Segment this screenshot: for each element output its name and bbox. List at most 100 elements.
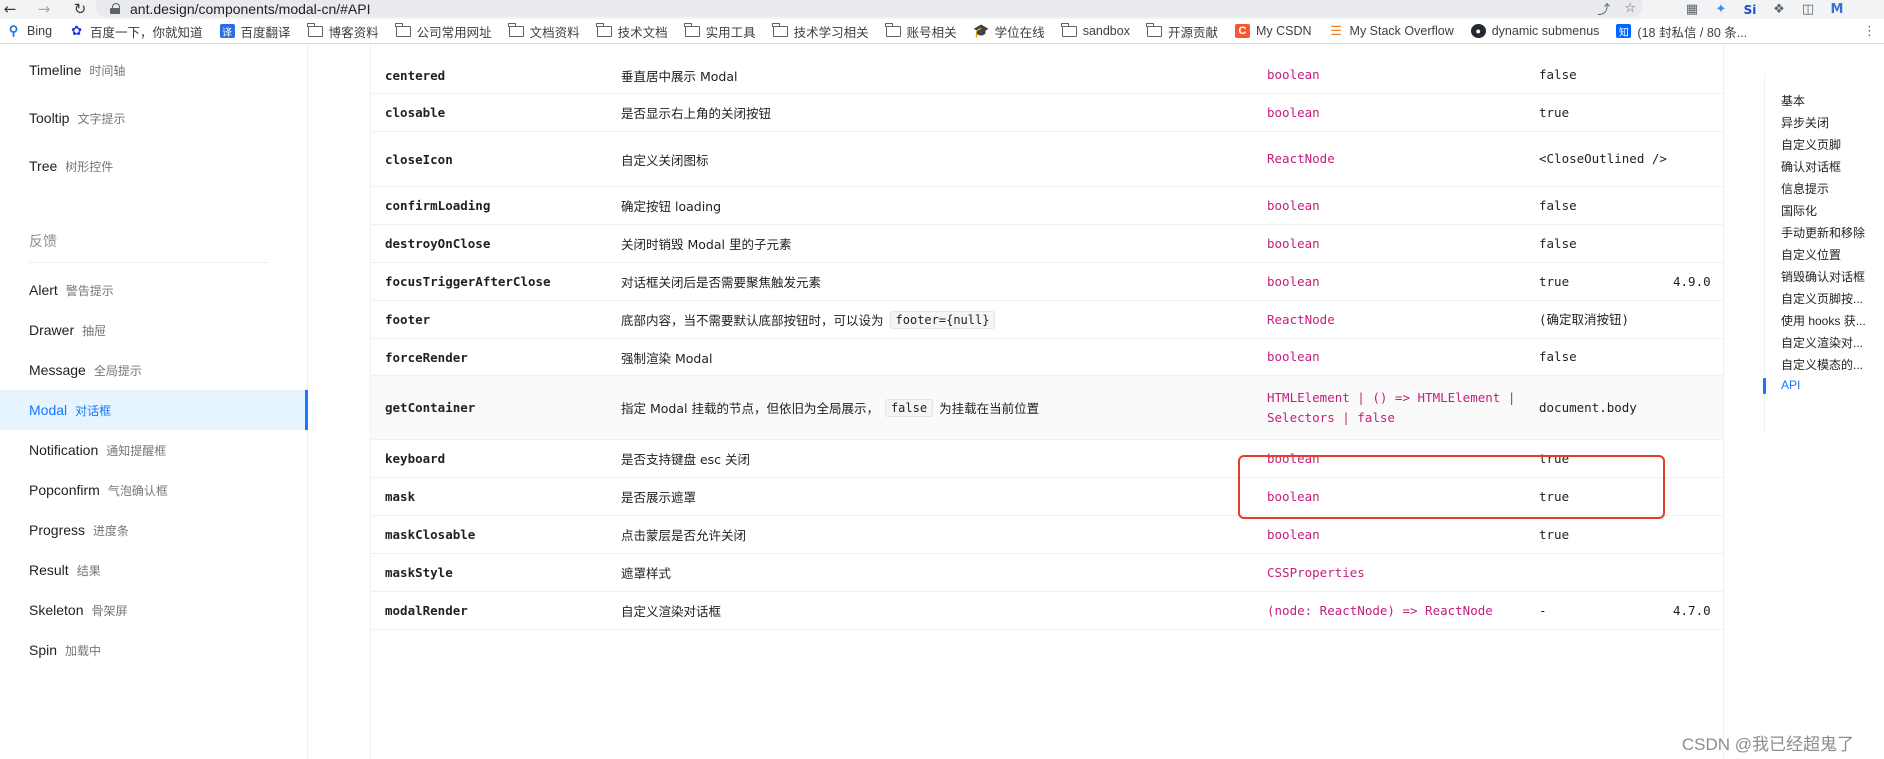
type-cell: boolean	[1267, 104, 1320, 120]
api-table-row: confirmLoading 确定按钮 loading boolean false	[371, 187, 1723, 225]
type-cell: CSSProperties	[1267, 564, 1365, 580]
anchor-link[interactable]: 自定义页脚	[1781, 136, 1841, 153]
address-bar[interactable]: ant.design/components/modal-cn/#API ⤴ ☆	[96, 0, 1642, 18]
anchor-link[interactable]: 基本	[1781, 92, 1805, 109]
bookmark-item[interactable]: 实用工具	[684, 22, 756, 41]
sidebar-item-popconfirm[interactable]: Popconfirm 气泡确认框	[0, 470, 306, 510]
folder-icon	[772, 22, 788, 37]
bookmark-label: 技术学习相关	[793, 25, 869, 40]
description-cell: 关闭时销毁 Modal 里的子元素	[621, 237, 792, 252]
sidebar-item-tree[interactable]: Tree 树形控件	[0, 146, 306, 186]
bookmark-label: 文档资料	[529, 25, 580, 40]
bookmark-item[interactable]: ● dynamic submenus	[1470, 24, 1599, 38]
default-cell: <CloseOutlined />	[1539, 151, 1667, 166]
qr-code-icon[interactable]: ▦	[1684, 2, 1700, 17]
anchor-link[interactable]: 销毁确认对话框	[1781, 268, 1865, 285]
anchor-link[interactable]: 确认对话框	[1781, 158, 1841, 175]
api-table-row: footer 底部内容，当不需要默认底部按钮时，可以设为 footer={null}…	[371, 301, 1723, 339]
api-table-row: maskClosable 点击蒙层是否允许关闭 boolean true	[371, 516, 1723, 554]
anchor-link[interactable]: 自定义页脚按...	[1781, 290, 1863, 307]
baidu-paw-icon: ✿	[71, 23, 82, 38]
bookmark-item[interactable]: 公司常用网址	[395, 22, 492, 41]
bookmark-item[interactable]: ⚲ Bing	[6, 23, 52, 38]
description-text: 为挂载在当前位置	[939, 401, 1040, 416]
description-cell: 底部内容，当不需要默认底部按钮时，可以设为 footer={null}	[621, 301, 1001, 338]
bookmark-star-icon[interactable]: ☆	[1624, 1, 1636, 16]
type-cell: boolean	[1267, 197, 1320, 213]
api-table-row: maskStyle 遮罩样式 CSSProperties	[371, 554, 1723, 592]
sidebar-item-message[interactable]: Message 全局提示	[0, 350, 306, 390]
api-table-row: mask 是否展示遮罩 boolean true	[371, 478, 1723, 516]
anchor-link[interactable]: 自定义模态的...	[1781, 356, 1863, 373]
inline-code: footer={null}	[889, 310, 996, 329]
extensions-bar: ▦ ✦ Si ❖ ◫ M	[1684, 0, 1845, 19]
default-cell: -	[1539, 602, 1547, 618]
si-extension-icon[interactable]: Si	[1742, 3, 1758, 17]
description-text: 指定 Modal 挂载的节点，但依旧为全局展示，	[621, 401, 879, 416]
api-table-row: getContainer 指定 Modal 挂载的节点，但依旧为全局展示， fals…	[371, 376, 1723, 440]
prop-name-cell: focusTriggerAfterClose	[385, 274, 551, 289]
bookmark-item[interactable]: 文档资料	[508, 22, 580, 41]
page-anchor-nav: 基本异步关闭自定义页脚确认对话框信息提示国际化手动更新和移除 自定义位置销毁确认对…	[1762, 44, 1884, 444]
bird-extension-icon[interactable]: ✦	[1713, 2, 1729, 17]
sidebar-item-timeline[interactable]: Timeline 时间轴	[0, 50, 306, 90]
bookmark-item[interactable]: 账号相关	[885, 22, 957, 41]
description-cell: 自定义关闭图标	[621, 152, 709, 168]
anchor-link[interactable]: 自定义位置	[1781, 246, 1841, 263]
anchor-link[interactable]: 手动更新和移除	[1781, 224, 1865, 241]
zhihu-icon: 知	[1616, 24, 1632, 39]
sidebar-item-drawer[interactable]: Drawer 抽屉	[0, 310, 306, 350]
bookmark-item[interactable]: 译百度翻译	[219, 22, 291, 41]
bookmark-item[interactable]: sandbox	[1061, 22, 1130, 38]
anchor-link[interactable]: 使用 hooks 获...	[1781, 312, 1866, 329]
bookmark-label: sandbox	[1082, 24, 1130, 38]
sidebar-item-spin[interactable]: Spin 加载中	[0, 630, 306, 670]
sidebar-item-modal[interactable]: Modal 对话框	[0, 390, 308, 430]
anchor-link[interactable]: API	[1781, 378, 1800, 392]
bookmark-item[interactable]: ☰ My Stack Overflow	[1329, 23, 1454, 38]
type-cell: boolean	[1267, 450, 1320, 466]
sidebar-item-tooltip[interactable]: Tooltip 文字提示	[0, 98, 306, 138]
type-cell: ReactNode	[1267, 311, 1335, 327]
bookmarks-overflow-icon[interactable]: ⋮	[1863, 19, 1876, 44]
anchor-link[interactable]: 自定义渲染对...	[1781, 334, 1863, 351]
sidebar-group-feedback: 反馈	[29, 233, 57, 249]
back-icon[interactable]: ←	[0, 0, 20, 19]
bookmark-item[interactable]: 技术学习相关	[772, 22, 869, 41]
sidebar-item-skeleton[interactable]: Skeleton 骨架屏	[0, 590, 306, 630]
sidebar-item-result[interactable]: Result 结果	[0, 550, 306, 590]
prop-name-cell: confirmLoading	[385, 198, 491, 213]
bookmark-item[interactable]: 博客资料	[307, 22, 379, 41]
bookmarks-bar: ⚲ Bing ✿ 百度一下，你就知道 译百度翻译 博客资料 公司常用网址 文档资料 技术文档 实用…	[0, 19, 1884, 44]
reload-icon[interactable]: ↻	[70, 0, 90, 19]
anchor-link[interactable]: 信息提示	[1781, 180, 1829, 197]
bookmark-item[interactable]: ✿ 百度一下，你就知道	[69, 22, 202, 41]
bookmark-item[interactable]: C My CSDN	[1234, 24, 1312, 38]
sidebar-item-alert[interactable]: Alert 警告提示	[0, 270, 306, 310]
folder-icon	[684, 22, 700, 37]
bookmark-item[interactable]: 技术文档	[596, 22, 668, 41]
description-cell: 强制渲染 Modal	[621, 350, 713, 366]
default-cell: true	[1539, 526, 1570, 542]
sidebar-item-notification[interactable]: Notification 通知提醒框	[0, 430, 306, 470]
default-cell: true	[1539, 273, 1570, 289]
description-cell: 自定义渲染对话框	[621, 604, 722, 619]
description-text: 底部内容，当不需要默认底部按钮时，可以设为	[621, 313, 884, 328]
search-icon: ⚲	[8, 23, 19, 38]
forward-icon[interactable]: →	[34, 0, 54, 19]
bookmark-item[interactable]: 🎓 学位在线	[973, 22, 1045, 41]
side-panel-icon[interactable]: ◫	[1800, 2, 1816, 17]
description-cell: 是否支持键盘 esc 关闭	[621, 452, 751, 467]
anchor-link[interactable]: 异步关闭	[1781, 114, 1829, 131]
folder-icon	[1061, 22, 1077, 37]
bookmark-item[interactable]: 开源贡献	[1146, 22, 1218, 41]
api-table: centered 垂直居中展示 Modal boolean false closable…	[370, 44, 1724, 759]
folder-icon	[1146, 22, 1162, 37]
share-icon[interactable]: ⤴	[1597, 0, 1610, 18]
anchor-link[interactable]: 国际化	[1781, 202, 1817, 219]
bookmark-item[interactable]: 知 (18 封私信 / 80 条...	[1616, 22, 1747, 41]
type-cell: boolean	[1267, 273, 1320, 289]
profile-icon[interactable]: M	[1829, 2, 1845, 17]
sidebar-item-progress[interactable]: Progress 进度条	[0, 510, 306, 550]
puzzle-extensions-icon[interactable]: ❖	[1771, 2, 1787, 17]
